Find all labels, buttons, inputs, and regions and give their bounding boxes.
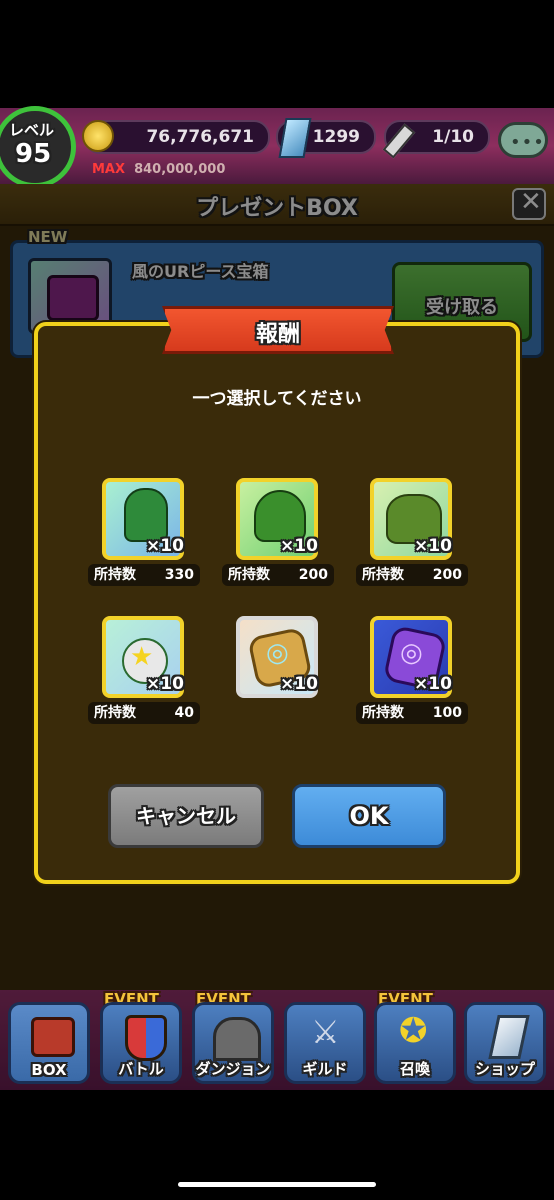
treasure-chest-icon (31, 1017, 75, 1057)
crossed-swords-icon: ⚔ (311, 1013, 340, 1051)
nav-battle[interactable]: バトル (100, 1002, 182, 1084)
ok-button[interactable]: OK (292, 784, 446, 848)
nav-label: ギルド (302, 1060, 348, 1078)
owned-count: 所持数 100 (356, 702, 468, 724)
owned-count: 所持数 200 (356, 564, 468, 586)
nav-guild[interactable]: ⚔ ギルド (284, 1002, 366, 1084)
reward-item[interactable]: ◎ ×10 所持数 100 (356, 616, 520, 728)
status-bar: レベル 95 76,776,671 MAX 840,000,000 1299 1… (0, 106, 554, 188)
reward-item[interactable]: ×10 所持数 200 (356, 478, 520, 590)
home-indicator (178, 1182, 376, 1187)
nav-label: BOX (31, 1061, 67, 1079)
nav-label: ダンジョン (195, 1060, 271, 1078)
cancel-button[interactable]: キャンセル (108, 784, 264, 848)
owned-count: 所持数 40 (88, 702, 200, 724)
nav-shop[interactable]: ショップ (464, 1002, 546, 1084)
dialog-prompt: 一つ選択してください (192, 389, 362, 409)
nav-label: バトル (118, 1060, 164, 1078)
nav-label: ショップ (474, 1060, 535, 1078)
level-badge: レベル 95 (0, 106, 76, 188)
level-label: レベル (9, 121, 55, 139)
chat-icon: ••• (510, 132, 545, 153)
nav-summon[interactable]: ✪ 召喚 (374, 1002, 456, 1084)
chat-button[interactable]: ••• (498, 122, 548, 158)
ok-label: OK (349, 802, 389, 830)
coin-icon (82, 120, 114, 152)
reward-item[interactable]: ★ ×10 所持数 40 (88, 616, 252, 728)
dungeon-gate-icon (213, 1017, 261, 1061)
dialog-title: 報酬 (255, 322, 300, 347)
nav-label: 召喚 (399, 1060, 430, 1078)
cancel-label: キャンセル (136, 804, 236, 828)
pentagram-icon: ✪ (399, 1011, 428, 1051)
crystal-icon (488, 1015, 530, 1059)
owned-count: 所持数 200 (222, 564, 334, 586)
owned-count: 所持数 330 (88, 564, 200, 586)
shield-icon (125, 1015, 167, 1061)
coin-max: MAX 840,000,000 (92, 162, 226, 177)
nav-dungeon[interactable]: ダンジョン (192, 1002, 274, 1084)
nav-box[interactable]: BOX (8, 1002, 90, 1084)
level-value: 95 (15, 139, 52, 169)
title-banner: 報酬 (162, 306, 394, 354)
